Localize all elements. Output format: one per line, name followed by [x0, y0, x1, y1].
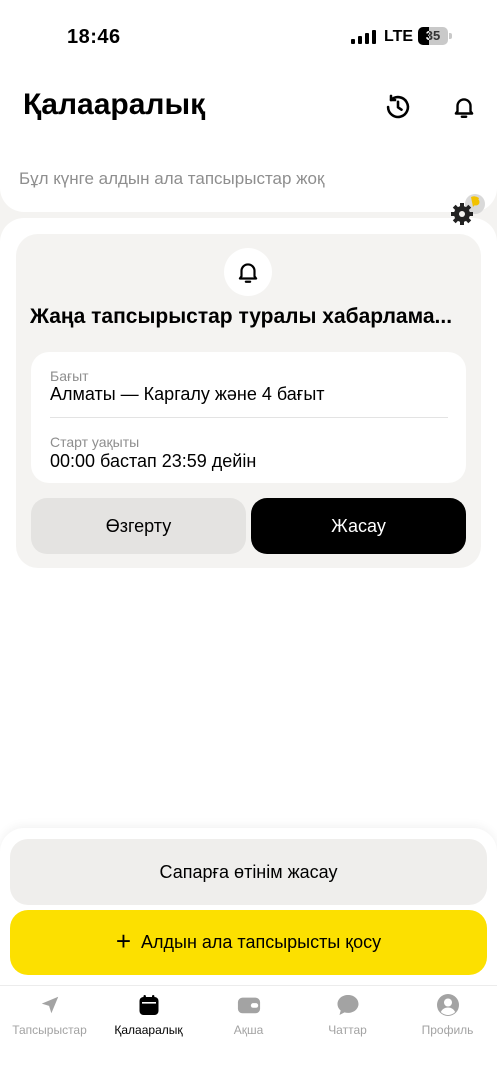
tab-money[interactable]: Ақша — [199, 993, 298, 1043]
history-button[interactable] — [383, 92, 413, 122]
settings-button[interactable] — [447, 188, 489, 230]
divider — [50, 417, 448, 418]
wallet-icon — [237, 997, 260, 1014]
route-label: Бағыт — [50, 368, 89, 384]
tab-label: Чаттар — [328, 1023, 367, 1037]
tab-intercity[interactable]: Қалааралық — [99, 993, 198, 1043]
route-value: Алматы — Каргалу және 4 бағыт — [50, 384, 325, 404]
empty-state-text: Бұл күнге алдын ала тапсырыстар жоқ — [19, 169, 325, 188]
signal-icon — [351, 30, 377, 44]
start-time-value: 00:00 бастап 23:59 дейін — [50, 451, 257, 471]
plus-icon: + — [115, 926, 131, 956]
bell-icon — [238, 263, 258, 283]
bell-badge — [224, 248, 272, 296]
calendar-icon — [139, 995, 158, 1015]
notification-title: Жаңа тапсырыстар туралы хабарлама... — [30, 305, 453, 328]
status-time: 18:46 — [67, 26, 121, 48]
battery-level: 35 — [425, 28, 441, 43]
tab-orders[interactable]: Тапсырыстар — [0, 993, 99, 1043]
profile-icon — [436, 994, 459, 1016]
trip-request-button[interactable]: Сапарға өтінім жасау — [10, 839, 487, 905]
tab-chats[interactable]: Чаттар — [298, 993, 397, 1043]
create-button[interactable]: Жасау — [251, 498, 466, 554]
notifications-button[interactable] — [449, 92, 479, 122]
edit-button[interactable]: Өзгерту — [31, 498, 246, 554]
tab-label: Қалааралық — [114, 1023, 183, 1037]
add-preorder-label: Алдын ала тапсырысты қосу — [141, 932, 382, 952]
gear-icon — [451, 194, 485, 225]
navigation-arrow-icon — [41, 996, 58, 1014]
status-bar: 18:46 LTE 35 — [0, 0, 497, 70]
chat-bubble-icon — [337, 995, 358, 1015]
tab-label: Профиль — [421, 1023, 474, 1037]
page-title: Қалааралық — [23, 88, 206, 121]
network-label: LTE — [384, 28, 414, 45]
bell-icon — [454, 98, 474, 118]
start-time-label: Старт уақыты — [50, 434, 140, 450]
add-preorder-button[interactable]: + Алдын ала тапсырысты қосу — [10, 910, 487, 975]
battery-icon: 35 — [418, 27, 452, 45]
tab-profile[interactable]: Профиль — [398, 993, 497, 1043]
tab-label: Ақша — [233, 1023, 264, 1037]
tab-label: Тапсырыстар — [12, 1023, 87, 1037]
history-icon — [386, 94, 410, 119]
